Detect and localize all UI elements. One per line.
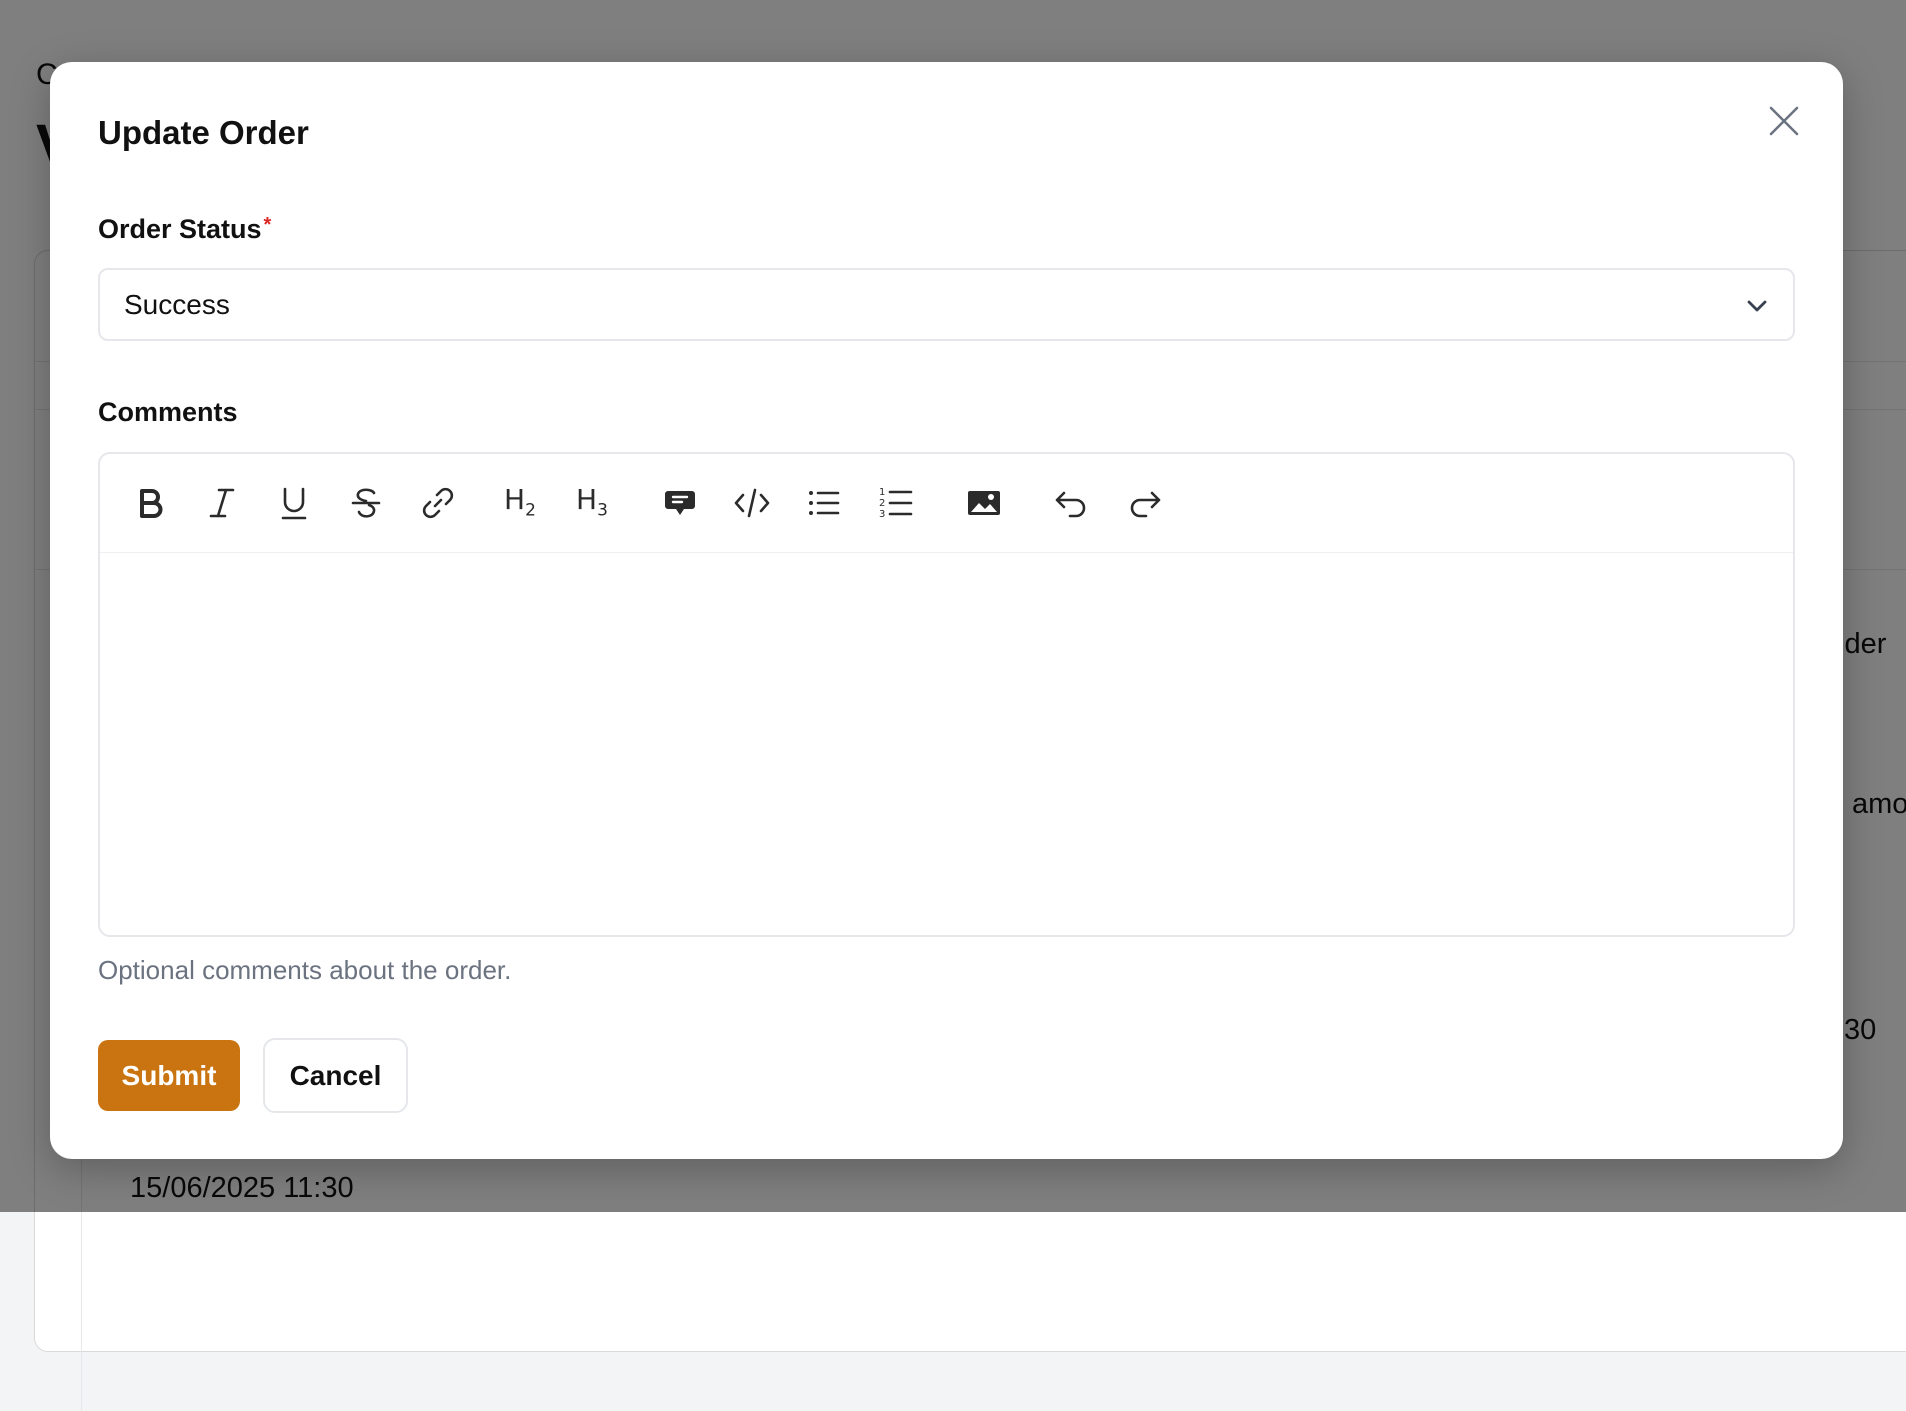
- dialog-title: Update Order: [98, 114, 309, 151]
- comments-editor: H2 H3 1 2 3: [98, 452, 1795, 937]
- bullet-list-icon: [809, 491, 840, 515]
- strikethrough-icon: [351, 488, 381, 518]
- heading-2-icon: H2: [504, 483, 536, 521]
- close-icon: [1769, 106, 1799, 136]
- underline-button[interactable]: [272, 481, 316, 525]
- redo-icon: [1130, 491, 1161, 518]
- code-button[interactable]: [730, 481, 774, 525]
- italic-icon: [209, 488, 235, 518]
- italic-button[interactable]: [200, 481, 244, 525]
- svg-text:2: 2: [879, 498, 885, 509]
- order-status-label: Order Status *: [98, 214, 271, 245]
- image-icon: [968, 491, 1000, 515]
- undo-button[interactable]: [1050, 481, 1094, 525]
- cancel-button[interactable]: Cancel: [263, 1038, 408, 1113]
- link-icon: [422, 487, 454, 519]
- comments-hint: Optional comments about the order.: [98, 955, 512, 985]
- bold-button[interactable]: [128, 481, 172, 525]
- chevron-down-icon: [1747, 300, 1767, 312]
- comments-content-area[interactable]: [100, 553, 1793, 935]
- bold-icon: [140, 489, 163, 518]
- quote-bubble-icon: [665, 491, 695, 515]
- blockquote-button[interactable]: [658, 481, 702, 525]
- code-icon: [734, 488, 770, 518]
- order-status-label-text: Order Status: [98, 214, 262, 244]
- order-status-select[interactable]: Success: [98, 268, 1795, 341]
- editor-toolbar: H2 H3 1 2 3: [100, 454, 1793, 553]
- ordered-list-icon: 1 2 3: [879, 487, 913, 520]
- update-order-dialog: Update Order Order Status * Success Comme…: [50, 62, 1843, 1159]
- submit-button[interactable]: Submit: [98, 1040, 240, 1111]
- svg-text:1: 1: [879, 487, 885, 498]
- close-button[interactable]: [1761, 98, 1807, 144]
- bullet-list-button[interactable]: [802, 481, 846, 525]
- link-button[interactable]: [416, 481, 460, 525]
- heading-2-button[interactable]: H2: [498, 481, 542, 525]
- underline-icon: [281, 487, 307, 520]
- order-status-value: Success: [124, 288, 230, 320]
- heading-3-button[interactable]: H3: [570, 481, 614, 525]
- undo-icon: [1055, 491, 1086, 518]
- ordered-list-button[interactable]: 1 2 3: [874, 481, 918, 525]
- required-indicator: *: [263, 214, 272, 236]
- svg-text:3: 3: [879, 509, 885, 520]
- comments-label: Comments: [98, 397, 238, 427]
- heading-3-icon: H3: [576, 483, 608, 521]
- redo-button[interactable]: [1122, 481, 1166, 525]
- strikethrough-button[interactable]: [344, 481, 388, 525]
- image-button[interactable]: [962, 481, 1006, 525]
